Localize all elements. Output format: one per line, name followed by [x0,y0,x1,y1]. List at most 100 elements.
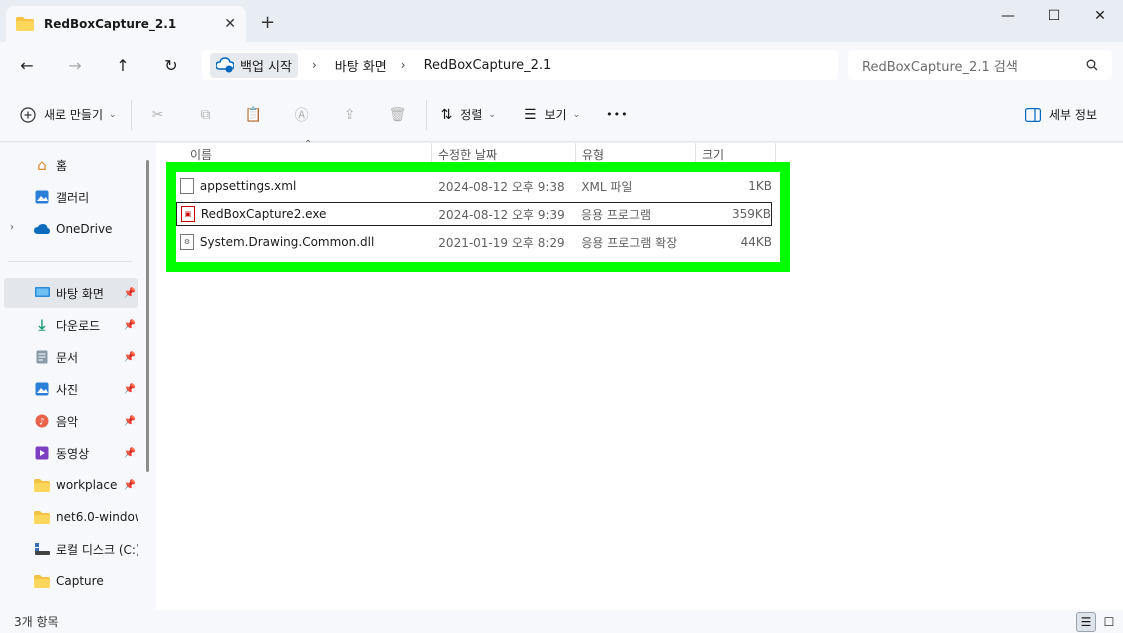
file-list-view: ⌃ 이름 수정한 날짜 유형 크기 appsettings.xml 2024-0… [156,139,1123,610]
sidebar-item-label: net6.0-windows [56,510,138,524]
dll-file-icon: ⚙ [180,234,194,250]
search-placeholder: RedBoxCapture_2.1 검색 [862,59,1018,75]
pin-icon[interactable]: 📌 [124,448,136,459]
delete-icon[interactable]: 🗑 [388,105,408,125]
view-list-icon: ☰ [523,106,537,123]
sidebar-item-onedrive[interactable]: OneDrive [0,214,138,244]
up-arrow-icon[interactable]: ↑ [109,51,137,79]
details-pane-label: 세부 정보 [1049,108,1097,122]
breadcrumb-item: 바탕 화면 [334,59,387,75]
chevron-down-icon: ⌄ [572,109,581,120]
new-button[interactable]: 새로 만들기 ⌄ [20,106,117,123]
sidebar-scrollbar[interactable] [146,160,149,472]
tab-close-icon[interactable]: ✕ [224,16,236,32]
back-arrow-icon[interactable]: ← [13,51,41,79]
file-size: 44KB [740,235,773,249]
tiles-view-icon[interactable]: ☐ [1099,612,1119,632]
sidebar-item-label: 사진 [56,382,79,397]
maximize-button[interactable]: ☐ [1031,4,1077,28]
sidebar-item-label: 음악 [56,414,79,429]
new-button-label: 새로 만들기 [44,108,104,122]
rename-icon[interactable]: Ⓐ [292,105,312,125]
sidebar-item-label: workplace [56,478,118,492]
sidebar-item-label: 갤러리 [56,190,90,205]
pin-icon[interactable]: 📌 [124,384,136,395]
sidebar-item-home[interactable]: ⌂ 홈 [0,150,138,180]
sidebar-item-workplace[interactable]: workplace 📌 [0,470,138,500]
gallery-icon [34,189,50,205]
sidebar-divider [8,261,132,262]
breadcrumb-desktop[interactable]: › 바탕 화면 [312,56,387,75]
details-view-icon[interactable]: ☰ [1076,612,1096,632]
new-tab-button[interactable]: + [260,12,275,33]
file-size: 1KB [748,179,773,193]
copy-icon[interactable]: ⧉ [196,105,216,125]
paste-icon[interactable]: 📋 [244,105,264,125]
folder-icon [34,573,50,589]
sort-button-label: 정렬 [460,108,483,122]
pin-icon[interactable]: 📌 [124,288,136,299]
share-icon[interactable]: ⇪ [340,105,360,125]
sidebar-item-label: 로컬 디스크 (C:) [56,542,138,557]
sidebar-item-music[interactable]: ♪ 음악 📌 [0,406,138,436]
sidebar-item-label: 홈 [56,158,68,173]
file-date: 2024-08-12 오후 9:38 [438,179,565,194]
home-icon: ⌂ [37,156,47,174]
breadcrumb-item: RedBoxCapture_2.1 [423,57,552,73]
cloud-sync-icon [216,57,234,73]
view-button-label: 보기 [544,108,567,122]
pin-icon[interactable]: 📌 [124,416,136,427]
search-input[interactable]: RedBoxCapture_2.1 검색 [848,50,1112,80]
chevron-right-icon[interactable]: › [401,58,406,72]
file-row[interactable]: ⚙ System.Drawing.Common.dll 2021-01-19 오… [176,230,772,254]
folder-icon [34,509,50,525]
navigation-pane: ⌂ 홈 갤러리 › OneDrive 바탕 화면 📌 ⤓ 다운로드 📌 문서 📌 [0,143,156,610]
folder-icon [34,477,50,493]
tab-title: RedBoxCapture_2.1 [44,17,177,31]
breadcrumb-current[interactable]: › RedBoxCapture_2.1 [401,58,552,73]
refresh-icon[interactable]: ↻ [157,51,185,79]
sidebar-item-downloads[interactable]: ⤓ 다운로드 📌 [0,310,138,340]
item-count: 3개 항목 [14,615,59,629]
address-bar[interactable]: 백업 시작 › 바탕 화면 › RedBoxCapture_2.1 [202,50,838,80]
toolbar-divider [130,99,132,130]
chevron-right-icon[interactable]: › [312,58,317,72]
plus-circle-icon [20,106,36,123]
sidebar-item-net6[interactable]: net6.0-windows [0,502,138,532]
pin-icon[interactable]: 📌 [124,352,136,363]
video-icon [34,445,50,461]
minimize-button[interactable]: — [985,4,1031,28]
close-button[interactable]: ✕ [1077,4,1123,28]
file-type: 응용 프로그램 확장 [581,235,678,250]
more-options-button[interactable]: ••• [606,108,628,121]
svg-text:♪: ♪ [39,418,45,428]
tab-redboxcapture[interactable]: RedBoxCapture_2.1 ✕ [6,6,246,42]
file-row[interactable]: appsettings.xml 2024-08-12 오후 9:38 XML 파… [176,174,772,198]
cut-icon[interactable]: ✂ [148,105,168,125]
file-type: 응용 프로그램 [580,207,652,222]
sidebar-item-capture[interactable]: Capture [0,566,138,596]
sidebar-item-local-disk[interactable]: 로컬 디스크 (C:) [0,534,138,564]
breadcrumb-root[interactable]: 백업 시작 [210,52,298,78]
sort-button[interactable]: ⇅ 정렬 ⌄ [441,106,496,123]
sidebar-item-videos[interactable]: 동영상 📌 [0,438,138,468]
sidebar-item-pictures[interactable]: 사진 📌 [0,374,138,404]
pin-icon[interactable]: 📌 [124,480,136,491]
sidebar-item-label: 바탕 화면 [56,286,104,301]
pin-icon[interactable]: 📌 [124,320,136,331]
details-pane-icon [1025,107,1042,122]
file-type: XML 파일 [581,179,633,194]
sidebar-item-label: 문서 [56,350,79,365]
view-button[interactable]: ☰ 보기 ⌄ [524,106,580,123]
sidebar-item-label: 다운로드 [56,318,101,333]
sidebar-item-desktop[interactable]: 바탕 화면 📌 [4,278,138,308]
sidebar-item-gallery[interactable]: 갤러리 [0,182,138,212]
sidebar-item-documents[interactable]: 문서 📌 [0,342,138,372]
file-row-selected[interactable]: ▣ RedBoxCapture2.exe 2024-08-12 오후 9:39 … [176,202,772,226]
desktop-icon [34,285,50,301]
details-pane-button[interactable]: 세부 정보 [1025,106,1097,123]
forward-arrow-icon[interactable]: → [61,51,89,79]
sidebar-item-label: Capture [56,574,104,588]
file-date: 2024-08-12 오후 9:39 [438,207,565,222]
chevron-down-icon: ⌄ [109,109,117,120]
